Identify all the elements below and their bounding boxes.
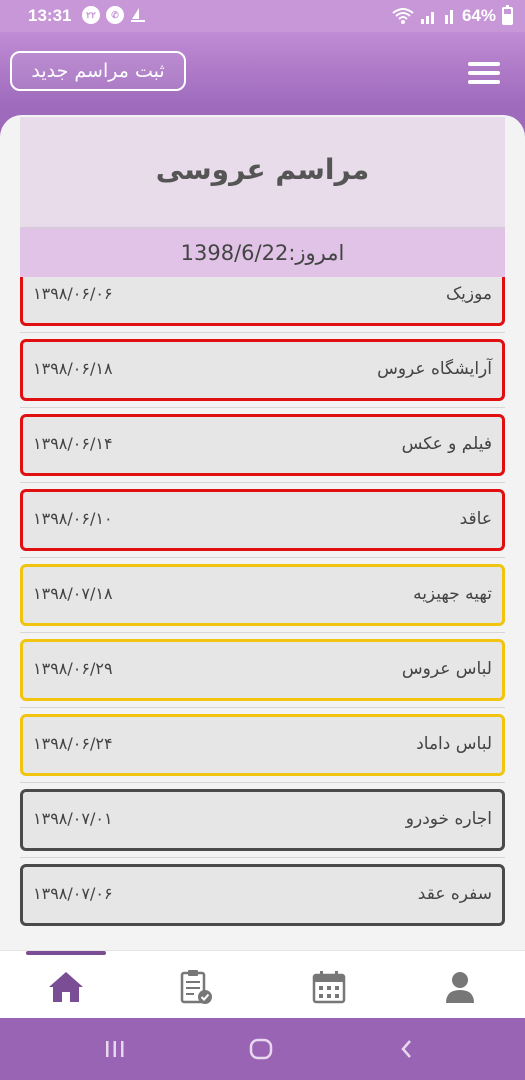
system-status-icons: 64%	[392, 5, 513, 26]
list-item-date: ۱۳۹۸/۰۶/۱۸	[33, 359, 113, 378]
today-date: امروز:1398/6/22	[20, 229, 505, 277]
checklist-icon	[180, 970, 212, 1004]
notification-icons: ۲۲ ✆	[82, 6, 146, 24]
list-item-title: عاقد	[459, 509, 492, 529]
page-title: مراسم عروسی	[155, 153, 370, 186]
list-item-title: موزیک	[445, 284, 492, 304]
nav-home[interactable]	[46, 967, 86, 1007]
list-item-title: آرایشگاه عروس	[377, 359, 492, 379]
list-item-date: ۱۳۹۸/۰۶/۱۰	[33, 509, 113, 528]
calendar-icon	[312, 971, 346, 1004]
list-item-date: ۱۳۹۸/۰۶/۱۴	[33, 434, 113, 453]
back-chevron-icon	[401, 1040, 411, 1058]
list-item-date: ۱۳۹۸/۰۶/۰۶	[33, 284, 113, 303]
list-item[interactable]: سفره عقد ۱۳۹۸/۰۷/۰۶	[20, 864, 505, 926]
list-separator	[20, 632, 505, 633]
nav-checklist[interactable]	[176, 967, 216, 1007]
signal-icon-2	[444, 10, 453, 24]
list-item-title: فیلم و عکس	[401, 434, 492, 454]
home-button[interactable]	[246, 1034, 276, 1064]
list-item-title: اجاره خودرو	[405, 809, 492, 829]
status-time: 13:31	[28, 6, 72, 25]
profile-icon	[446, 972, 474, 1003]
nav-profile[interactable]	[440, 967, 480, 1007]
list-item-date: ۱۳۹۸/۰۷/۰۱	[33, 809, 113, 828]
list-item[interactable]: فیلم و عکس ۱۳۹۸/۰۶/۱۴	[20, 414, 505, 476]
list-item[interactable]: لباس داماد ۱۳۹۸/۰۶/۲۴	[20, 714, 505, 776]
list-item[interactable]: عاقد ۱۳۹۸/۰۶/۱۰	[20, 489, 505, 551]
card-header: مراسم عروسی	[20, 117, 505, 229]
ceremony-card: مراسم عروسی امروز:1398/6/22 موزیک ۱۳۹۸/۰۶…	[0, 115, 525, 950]
list-item-date: ۱۳۹۸/۰۷/۱۸	[33, 584, 113, 603]
system-navigation-bar	[0, 1018, 525, 1080]
list-item-title: لباس داماد	[416, 734, 492, 754]
list-item-title: لباس عروس	[401, 659, 492, 679]
list-separator	[20, 557, 505, 558]
battery-percent: 64%	[461, 6, 496, 25]
list-separator	[20, 707, 505, 708]
list-item[interactable]: اجاره خودرو ۱۳۹۸/۰۷/۰۱	[20, 789, 505, 851]
recent-apps-icon	[106, 1041, 124, 1057]
list-item-title: تهیه جهیزیه	[413, 584, 492, 604]
nav-calendar[interactable]	[309, 967, 349, 1007]
list-separator	[20, 407, 505, 408]
home-icon	[49, 972, 83, 1002]
whatsapp-icon: ✆	[106, 6, 124, 24]
status-bar: 13:31 ۲۲ ✆ 64%	[0, 0, 525, 32]
task-list: موزیک ۱۳۹۸/۰۶/۰۶ آرایشگاه عروس ۱۳۹۸/۰۶/۱۸ فی…	[20, 277, 505, 950]
home-circle-icon	[249, 1038, 273, 1060]
list-item-title: سفره عقد	[417, 884, 492, 904]
battery-icon	[502, 5, 513, 25]
list-item[interactable]: موزیک ۱۳۹۸/۰۶/۰۶	[20, 277, 505, 326]
list-item-date: ۱۳۹۸/۰۶/۲۴	[33, 734, 113, 753]
list-separator	[20, 482, 505, 483]
list-item-date: ۱۳۹۸/۰۶/۲۹	[33, 659, 113, 678]
active-tab-indicator	[26, 951, 106, 955]
list-item[interactable]: تهیه جهیزیه ۱۳۹۸/۰۷/۱۸	[20, 564, 505, 626]
list-separator	[20, 332, 505, 333]
new-ceremony-button[interactable]: ثبت مراسم جدید	[10, 51, 186, 91]
sailboat-icon	[131, 8, 145, 22]
recent-apps-button[interactable]	[100, 1034, 130, 1064]
signal-icon	[420, 12, 434, 24]
hamburger-icon[interactable]	[468, 62, 500, 84]
notification-badge-icon: ۲۲	[82, 6, 100, 24]
bottom-navigation	[0, 950, 525, 1018]
list-separator	[20, 782, 505, 783]
back-button[interactable]	[392, 1034, 422, 1064]
list-separator	[20, 857, 505, 858]
wifi-icon	[392, 8, 414, 24]
list-item-date: ۱۳۹۸/۰۷/۰۶	[33, 884, 113, 903]
list-item[interactable]: لباس عروس ۱۳۹۸/۰۶/۲۹	[20, 639, 505, 701]
list-item[interactable]: آرایشگاه عروس ۱۳۹۸/۰۶/۱۸	[20, 339, 505, 401]
